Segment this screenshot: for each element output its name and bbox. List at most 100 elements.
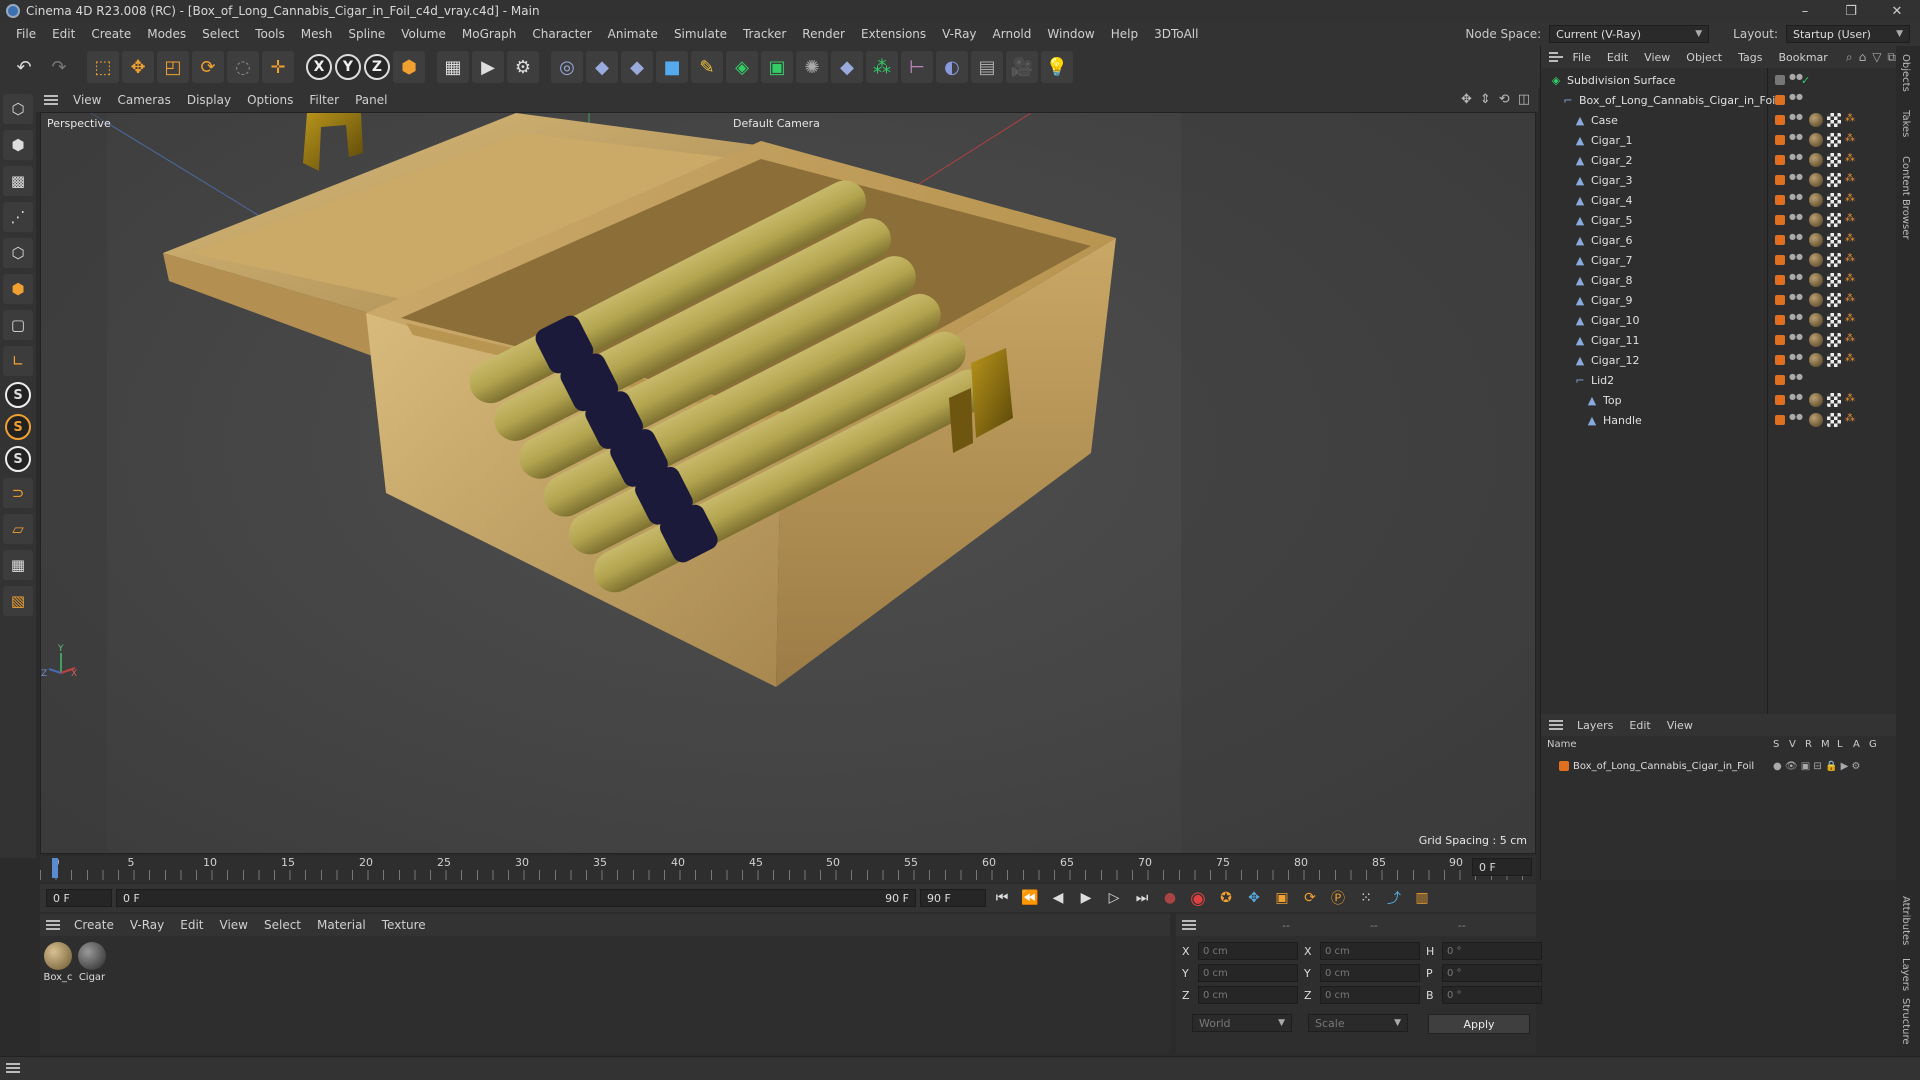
z-axis-lock-icon[interactable]: Z	[364, 54, 390, 80]
uvw-tag-icon[interactable]	[1827, 313, 1841, 327]
object-row[interactable]: ▲ Cigar_3 ●● ⁂	[1541, 170, 1897, 190]
object-row[interactable]: ▲ Handle ●● ⁂	[1541, 410, 1897, 430]
side-tab-structure[interactable]: Structure	[1900, 998, 1911, 1045]
visibility-toggle-icon[interactable]: ●●	[1789, 73, 1803, 86]
viewport-menu-display[interactable]: Display	[180, 93, 238, 107]
mat-menu-select[interactable]: Select	[256, 918, 309, 932]
key-pla-icon[interactable]: ⁙	[1354, 887, 1378, 909]
object-row[interactable]: ⌐ Lid2 ●●	[1541, 370, 1897, 390]
object-row[interactable]: ▲ Cigar_1 ●● ⁂	[1541, 130, 1897, 150]
layer-color-swatch[interactable]	[1775, 75, 1785, 85]
menu-create[interactable]: Create	[83, 27, 139, 41]
rotation-h-field[interactable]: 0 °	[1442, 942, 1542, 960]
pen-icon[interactable]: ✎	[691, 51, 723, 83]
menu-volume[interactable]: Volume	[393, 27, 454, 41]
mat-menu-material[interactable]: Material	[309, 918, 374, 932]
hamburger-icon[interactable]	[44, 95, 58, 105]
world-dropdown[interactable]: World ▼	[1192, 1014, 1292, 1032]
material-cigar[interactable]: Cigar	[76, 942, 108, 983]
visibility-toggle-icon[interactable]: ●●	[1789, 273, 1803, 286]
object-row[interactable]: ▲ Top ●● ⁂	[1541, 390, 1897, 410]
layer-color-swatch[interactable]	[1775, 295, 1785, 305]
obj-menu-edit[interactable]: Edit	[1599, 51, 1636, 64]
vray-tag-icon[interactable]: ⁂	[1845, 393, 1859, 407]
visibility-toggle-icon[interactable]: ●●	[1789, 213, 1803, 226]
object-row[interactable]: ▲ Case ●● ⁂	[1541, 110, 1897, 130]
pan-icon[interactable]: ✥	[1461, 92, 1472, 107]
object-row[interactable]: ▲ Cigar_6 ●● ⁂	[1541, 230, 1897, 250]
layer-color-swatch[interactable]	[1775, 95, 1785, 105]
menu-modes[interactable]: Modes	[139, 27, 194, 41]
perspective-viewport[interactable]: X Y Z Perspective Default Camera Grid Sp…	[40, 112, 1536, 854]
vray-tag-icon[interactable]: ⁂	[1845, 413, 1859, 427]
viewport-menu-view[interactable]: View	[66, 93, 108, 107]
viewport-camera-label[interactable]: Default Camera	[733, 117, 820, 130]
new-window-icon[interactable]: ⧉	[1887, 50, 1896, 65]
object-row[interactable]: ▲ Cigar_7 ●● ⁂	[1541, 250, 1897, 270]
apply-button[interactable]: Apply	[1428, 1014, 1530, 1034]
extrude-icon[interactable]: ▣	[761, 51, 793, 83]
start-frame-field[interactable]: 0 F	[46, 889, 112, 907]
layer-color-swatch[interactable]	[1775, 355, 1785, 365]
hamburger-icon[interactable]	[1182, 920, 1196, 930]
uvw-tag-icon[interactable]	[1827, 173, 1841, 187]
uvw-tag-icon[interactable]	[1827, 133, 1841, 147]
transform-tool-icon[interactable]: ✛	[262, 51, 294, 83]
layer-color-swatch[interactable]	[1775, 135, 1785, 145]
undo-icon[interactable]: ↶	[8, 51, 40, 83]
move-tool-icon[interactable]: ✥	[122, 51, 154, 83]
layer-color-swatch[interactable]	[1775, 175, 1785, 185]
step-forward-icon[interactable]: ▷	[1102, 887, 1126, 909]
mat-menu-edit[interactable]: Edit	[172, 918, 211, 932]
layer-color-swatch[interactable]	[1775, 275, 1785, 285]
rotation-p-field[interactable]: 0 °	[1442, 964, 1542, 982]
object-row[interactable]: ▲ Cigar_5 ●● ⁂	[1541, 210, 1897, 230]
goto-prev-key-icon[interactable]: ⏪	[1018, 887, 1042, 909]
step-back-icon[interactable]: ◀	[1046, 887, 1070, 909]
redo-icon[interactable]: ↷	[43, 51, 75, 83]
edges-mode-icon[interactable]: ⬡	[3, 238, 33, 268]
rotate-tool-icon[interactable]: ⟳	[192, 51, 224, 83]
layer-color-swatch[interactable]	[1775, 235, 1785, 245]
subdivision-icon[interactable]: ◈	[726, 51, 758, 83]
vray-tag-icon[interactable]: ⁂	[1845, 113, 1859, 127]
layer-color-swatch[interactable]	[1775, 215, 1785, 225]
record-icon[interactable]: ◉	[1186, 887, 1210, 909]
viewport-menu-options[interactable]: Options	[240, 93, 300, 107]
render-settings-icon[interactable]: ⚙	[507, 51, 539, 83]
vray-tag-icon[interactable]: ⁂	[1845, 173, 1859, 187]
material-tag-icon[interactable]	[1809, 353, 1823, 367]
menu-extensions[interactable]: Extensions	[853, 27, 934, 41]
vray-tag-icon[interactable]: ⁂	[1845, 333, 1859, 347]
axis-mode-icon[interactable]: ∟	[3, 346, 33, 376]
menu-mesh[interactable]: Mesh	[293, 27, 341, 41]
material-box[interactable]: Box_c	[42, 942, 74, 983]
key-scale-icon[interactable]: ▣	[1270, 887, 1294, 909]
material-tag-icon[interactable]	[1809, 253, 1823, 267]
close-icon[interactable]: ✕	[1874, 0, 1920, 22]
obj-menu-bookmarks[interactable]: Bookmar	[1770, 51, 1835, 64]
key-rotation-icon[interactable]: ⟳	[1298, 887, 1322, 909]
object-row[interactable]: ◈ Subdivision Surface ●● ✓	[1541, 70, 1897, 90]
uvw-tag-icon[interactable]	[1827, 413, 1841, 427]
material-tag-icon[interactable]	[1809, 313, 1823, 327]
viewport-menu-cameras[interactable]: Cameras	[110, 93, 177, 107]
uvw-tag-icon[interactable]	[1827, 353, 1841, 367]
rotation-b-field[interactable]: 0 °	[1442, 986, 1542, 1004]
menu-help[interactable]: Help	[1103, 27, 1146, 41]
mat-menu-view[interactable]: View	[212, 918, 256, 932]
obj-menu-object[interactable]: Object	[1678, 51, 1730, 64]
key-position-icon[interactable]: ✥	[1242, 887, 1266, 909]
object-row[interactable]: ▲ Cigar_8 ●● ⁂	[1541, 270, 1897, 290]
uvw-tag-icon[interactable]	[1827, 153, 1841, 167]
snap-workplane-icon[interactable]: S	[5, 446, 31, 472]
uvw-tag-icon[interactable]	[1827, 273, 1841, 287]
vray-tag-icon[interactable]: ⁂	[1845, 193, 1859, 207]
orbit-icon[interactable]: ⟲	[1499, 92, 1510, 107]
fcurve-icon[interactable]: ▥	[1410, 887, 1434, 909]
hamburger-icon[interactable]	[1549, 52, 1564, 62]
hamburger-icon[interactable]	[1549, 720, 1563, 730]
y-axis-lock-icon[interactable]: Y	[335, 54, 361, 80]
visibility-toggle-icon[interactable]: ●●	[1789, 173, 1803, 186]
side-tab-objects[interactable]: Objects	[1900, 54, 1911, 92]
